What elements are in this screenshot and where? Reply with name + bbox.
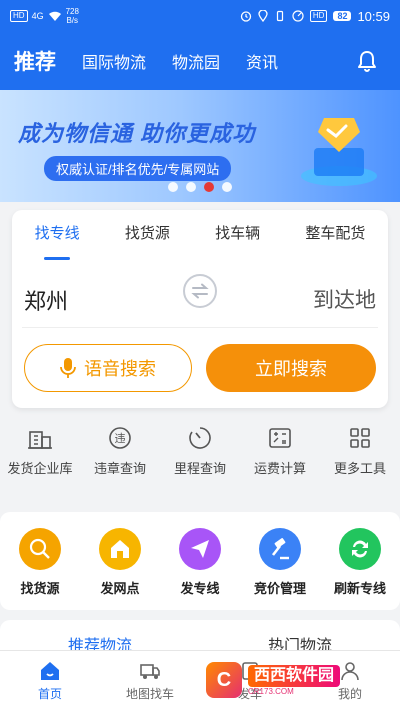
tool-mileage-query[interactable]: 里程查询 [160,424,240,502]
tool-violation-query[interactable]: 违 违章查询 [80,424,160,502]
quick-label: 发专线 [180,581,220,596]
battery-indicator: 82 [333,11,352,21]
truck-icon [140,663,160,679]
quick-label: 刷新专线 [333,581,386,596]
bell-icon[interactable] [356,50,378,72]
quick-post-line[interactable]: 发专线 [164,528,236,610]
building-icon [28,431,52,449]
swap-icon [191,283,209,299]
handshake-icon [301,118,377,186]
tab-full-truck[interactable]: 整车配货 [305,222,365,250]
odometer-icon [189,427,211,449]
tool-label: 更多工具 [333,461,386,476]
tool-label: 运费计算 [253,461,306,476]
banner-subtitle: 权威认证/排名优先/专属网站 [44,156,232,181]
quick-actions-card: 找货源 发网点 发专线 竞价管理 刷新专线 [0,512,400,610]
hd-indicator-2: HD [309,10,328,22]
gavel-icon [259,528,301,570]
tool-shipper-library[interactable]: 发货企业库 [0,424,80,502]
nav-tab-logistics-park[interactable]: 物流园 [172,49,220,73]
watermark-sub: CR173.COM [248,686,294,696]
house-icon [99,528,141,570]
watermark-logo: C [206,662,242,698]
destination-field[interactable]: 到达地 [313,284,376,314]
banner-dot[interactable] [168,182,178,192]
search-goods-icon [19,528,61,570]
search-tabs: 找专线 找货源 找车辆 整车配货 [12,210,388,250]
swap-route-button[interactable] [183,274,217,308]
hd-indicator: HD [10,10,28,22]
tool-label: 里程查询 [173,461,226,476]
bottom-nav-map[interactable]: 地图找车 [105,660,195,702]
quick-label: 发网点 [100,581,140,596]
voice-search-label: 语音搜索 [84,359,156,379]
voice-search-button[interactable]: 语音搜索 [24,344,192,392]
bottom-nav-label: 地图找车 [125,686,174,701]
tool-label: 发货企业库 [7,461,73,476]
search-card: 找专线 找货源 找车辆 整车配货 郑州 到达地 语音搜索 立即搜索 [12,210,388,408]
calculator-icon [269,428,291,448]
banner-pagination [0,182,400,192]
clock: 10:59 [357,8,390,24]
tab-find-vehicle[interactable]: 找车辆 [215,222,260,250]
signal-icon: 4G [31,11,44,21]
tool-label: 违章查询 [93,461,146,476]
tool-freight-calculator[interactable]: 运费计算 [240,424,320,502]
route-selector: 郑州 到达地 [22,268,378,328]
nav-tab-international[interactable]: 国际物流 [82,49,146,73]
quick-find-goods[interactable]: 找货源 [4,528,76,610]
top-navigation: 推荐 国际物流 物流园 资讯 [0,32,400,90]
tool-more[interactable]: 更多工具 [320,424,400,502]
speed-icon [292,10,304,22]
nav-tab-recommend[interactable]: 推荐 [14,46,56,76]
refresh-icon [339,528,381,570]
watermark-text: 西西软件园 [248,664,341,687]
origin-field[interactable]: 郑州 [24,284,68,316]
banner-dot-active[interactable] [204,182,214,192]
banner-dot[interactable] [186,182,196,192]
location-icon [258,10,268,22]
promo-banner[interactable]: 成为物信通 助你更成功 权威认证/排名优先/专属网站 [0,90,400,202]
banner-dot[interactable] [222,182,232,192]
vibrate-icon [276,10,283,22]
quick-bid-management[interactable]: 竞价管理 [244,528,316,610]
grid-icon [350,428,370,448]
tab-find-line[interactable]: 找专线 [35,222,80,250]
status-bar: HD 4G 728 B/s HD 82 10:59 [0,0,400,32]
quick-label: 竞价管理 [253,581,306,596]
svg-text:违: 违 [115,432,126,445]
site-watermark: C 西西软件园 CR173.COM [206,660,386,700]
nav-tab-news[interactable]: 资讯 [246,49,278,73]
tab-find-goods[interactable]: 找货源 [125,222,170,250]
quick-label: 找货源 [20,581,60,596]
bottom-nav-label: 首页 [37,686,62,701]
microphone-icon [60,358,76,378]
network-speed: 728 B/s [65,7,79,25]
quick-refresh-line[interactable]: 刷新专线 [324,528,396,610]
alarm-icon [240,11,252,22]
violation-icon: 违 [109,427,131,449]
home-icon [41,661,59,680]
wifi-icon [48,11,61,21]
banner-slogan: 成为物信通 助你更成功 [18,121,256,146]
quick-post-outlet[interactable]: 发网点 [84,528,156,610]
tools-row: 发货企业库 违 违章查询 里程查询 运费计算 更多工具 [0,424,400,502]
send-icon [179,528,221,570]
search-now-button[interactable]: 立即搜索 [206,344,376,392]
bottom-nav-home[interactable]: 首页 [5,660,95,702]
